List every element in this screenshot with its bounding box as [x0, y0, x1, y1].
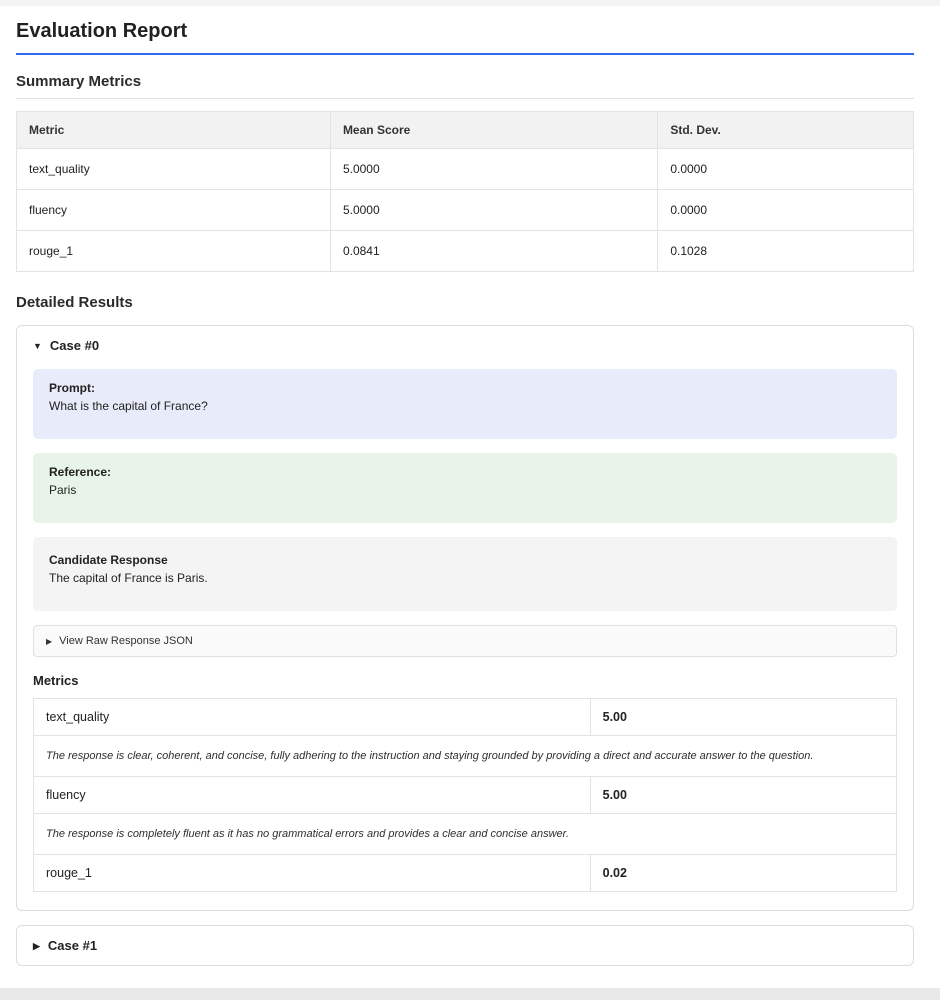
std-dev-cell: 0.0000 [658, 190, 914, 231]
metric-name-cell: rouge_1 [34, 855, 591, 892]
case-0-metrics-table: text_quality 5.00 The response is clear,… [33, 698, 897, 892]
summary-metrics-table: Metric Mean Score Std. Dev. text_quality… [16, 111, 914, 272]
detailed-results-heading: Detailed Results [16, 294, 914, 313]
metric-explanation-row: The response is clear, coherent, and con… [34, 736, 897, 777]
summary-col-mean-score: Mean Score [330, 112, 657, 149]
metric-row: rouge_1 0.02 [34, 855, 897, 892]
std-dev-cell: 0.0000 [658, 149, 914, 190]
summary-col-std-dev: Std. Dev. [658, 112, 914, 149]
reference-box: Reference: Paris [33, 453, 897, 523]
metric-score-cell: 0.02 [590, 855, 896, 892]
metric-name-cell: text_quality [17, 149, 331, 190]
mean-score-cell: 5.0000 [330, 149, 657, 190]
summary-col-metric: Metric [17, 112, 331, 149]
metric-explanation-row: The response is completely fluent as it … [34, 814, 897, 855]
metric-name-cell: rouge_1 [17, 231, 331, 272]
table-row: rouge_1 0.0841 0.1028 [17, 231, 914, 272]
summary-header-row: Metric Mean Score Std. Dev. [17, 112, 914, 149]
prompt-label: Prompt: [49, 381, 881, 395]
std-dev-cell: 0.1028 [658, 231, 914, 272]
metric-name-cell: fluency [17, 190, 331, 231]
metric-explanation-cell: The response is clear, coherent, and con… [34, 736, 897, 777]
page-title: Evaluation Report [16, 20, 914, 55]
metric-explanation-cell: The response is completely fluent as it … [34, 814, 897, 855]
metric-row: fluency 5.00 [34, 777, 897, 814]
metric-name-cell: fluency [34, 777, 591, 814]
metrics-heading: Metrics [33, 673, 897, 688]
prompt-box: Prompt: What is the capital of France? [33, 369, 897, 439]
table-row: fluency 5.0000 0.0000 [17, 190, 914, 231]
table-row: text_quality 5.0000 0.0000 [17, 149, 914, 190]
view-raw-response-json-toggle[interactable]: ▶ View Raw Response JSON [33, 625, 897, 657]
mean-score-cell: 0.0841 [330, 231, 657, 272]
case-0-label: Case #0 [50, 338, 99, 353]
metric-score-cell: 5.00 [590, 699, 896, 736]
mean-score-cell: 5.0000 [330, 190, 657, 231]
reference-text: Paris [49, 483, 881, 497]
triangle-right-icon: ▶ [33, 942, 40, 951]
page-bottom-edge [0, 988, 940, 1000]
metric-row: text_quality 5.00 [34, 699, 897, 736]
evaluation-report-page: Evaluation Report Summary Metrics Metric… [0, 6, 940, 966]
candidate-response-label: Candidate Response [49, 553, 881, 567]
triangle-down-icon: ▼ [33, 342, 42, 351]
candidate-response-box: Candidate Response The capital of France… [33, 537, 897, 611]
case-1-label: Case #1 [48, 938, 97, 953]
case-0-body: Prompt: What is the capital of France? R… [17, 365, 913, 910]
candidate-response-text: The capital of France is Paris. [49, 571, 881, 585]
case-1-toggle[interactable]: ▶ Case #1 [17, 926, 913, 965]
prompt-text: What is the capital of France? [49, 399, 881, 413]
summary-metrics-heading: Summary Metrics [16, 73, 914, 99]
case-card-1: ▶ Case #1 [16, 925, 914, 966]
metric-name-cell: text_quality [34, 699, 591, 736]
case-card-0: ▼ Case #0 Prompt: What is the capital of… [16, 325, 914, 911]
view-raw-response-json-label: View Raw Response JSON [59, 635, 193, 647]
metric-score-cell: 5.00 [590, 777, 896, 814]
reference-label: Reference: [49, 465, 881, 479]
case-0-toggle[interactable]: ▼ Case #0 [17, 326, 913, 365]
triangle-right-icon: ▶ [46, 638, 52, 646]
